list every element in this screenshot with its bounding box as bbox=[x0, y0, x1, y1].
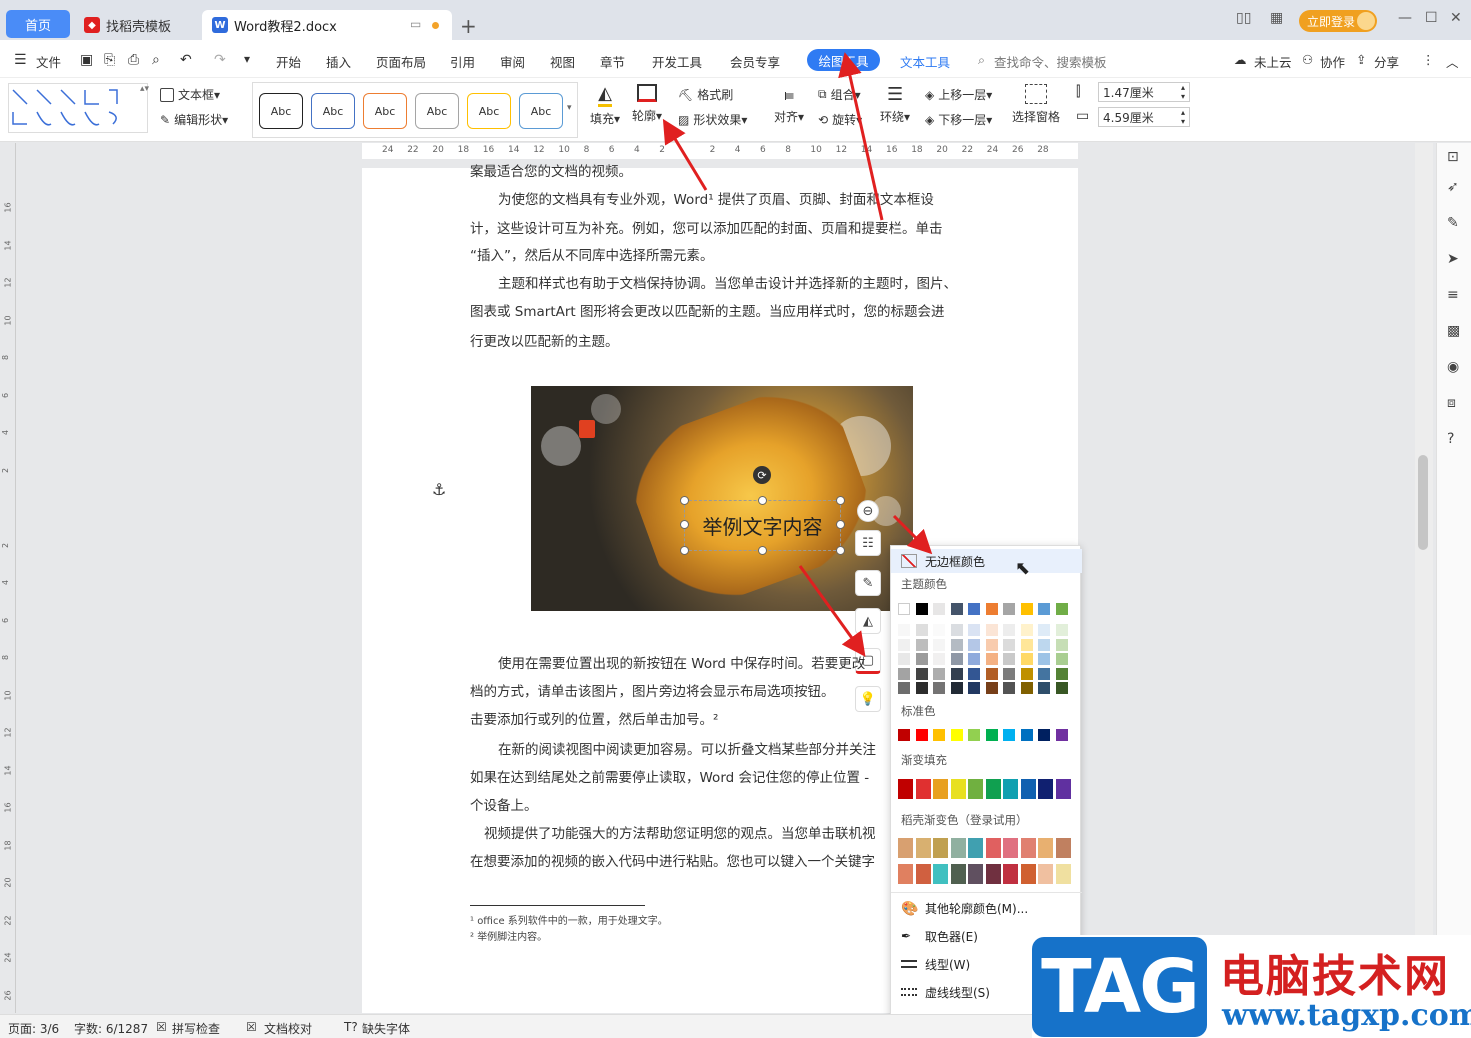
arrow-to-drawing-tools bbox=[838, 52, 884, 221]
watermark-url: www.tagxp.com bbox=[1222, 998, 1471, 1033]
arrow-to-no-border bbox=[892, 514, 933, 555]
arrow-to-outline bbox=[662, 118, 708, 191]
annotation-arrows bbox=[662, 52, 933, 657]
watermark-logo: TAG bbox=[1032, 937, 1207, 1037]
watermark-title: 电脑技术网 bbox=[1220, 951, 1450, 1002]
arrow-to-outline-float bbox=[798, 565, 866, 657]
